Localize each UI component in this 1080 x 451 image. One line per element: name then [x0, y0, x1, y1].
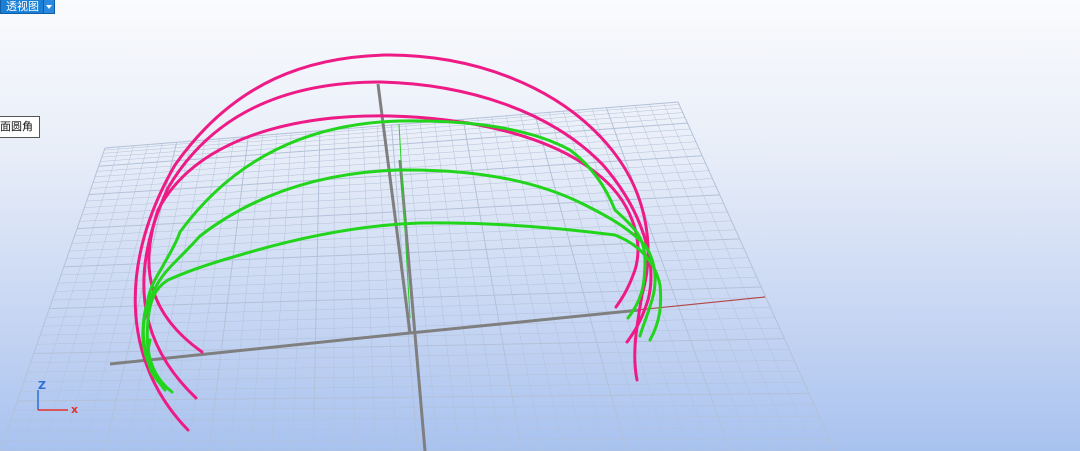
- grid-line: [0, 147, 106, 451]
- grid-line: [548, 112, 648, 451]
- viewport-title-label[interactable]: 透视图: [1, 0, 43, 13]
- grid-line: [663, 103, 815, 451]
- grid-line: [534, 113, 627, 451]
- chevron-down-icon[interactable]: [43, 0, 54, 13]
- grid-line: [250, 134, 278, 451]
- grid-line: [677, 101, 836, 451]
- grid-line: [520, 114, 606, 451]
- gizmo-z-label: Z: [38, 379, 46, 392]
- viewport-title-tab[interactable]: 透视图: [0, 0, 55, 14]
- grid-line: [605, 107, 732, 451]
- grid-line: [271, 133, 292, 451]
- grid-line: [649, 104, 794, 451]
- grid-line: [620, 106, 752, 451]
- grid-line: [292, 131, 306, 451]
- grid-line: [577, 109, 690, 451]
- construction-grid: [0, 101, 836, 451]
- grid-line: [362, 127, 376, 451]
- scene-canvas[interactable]: Z x: [0, 0, 1080, 451]
- magenta-arch-outer: [133, 53, 650, 432]
- grid-line: [41, 145, 134, 451]
- perspective-viewport[interactable]: Z x 透视图 面圆角: [0, 0, 1080, 451]
- grid-line: [348, 128, 356, 451]
- magenta-curves: [133, 53, 653, 432]
- gizmo-x-label: x: [71, 403, 78, 416]
- command-tooltip: 面圆角: [0, 116, 40, 138]
